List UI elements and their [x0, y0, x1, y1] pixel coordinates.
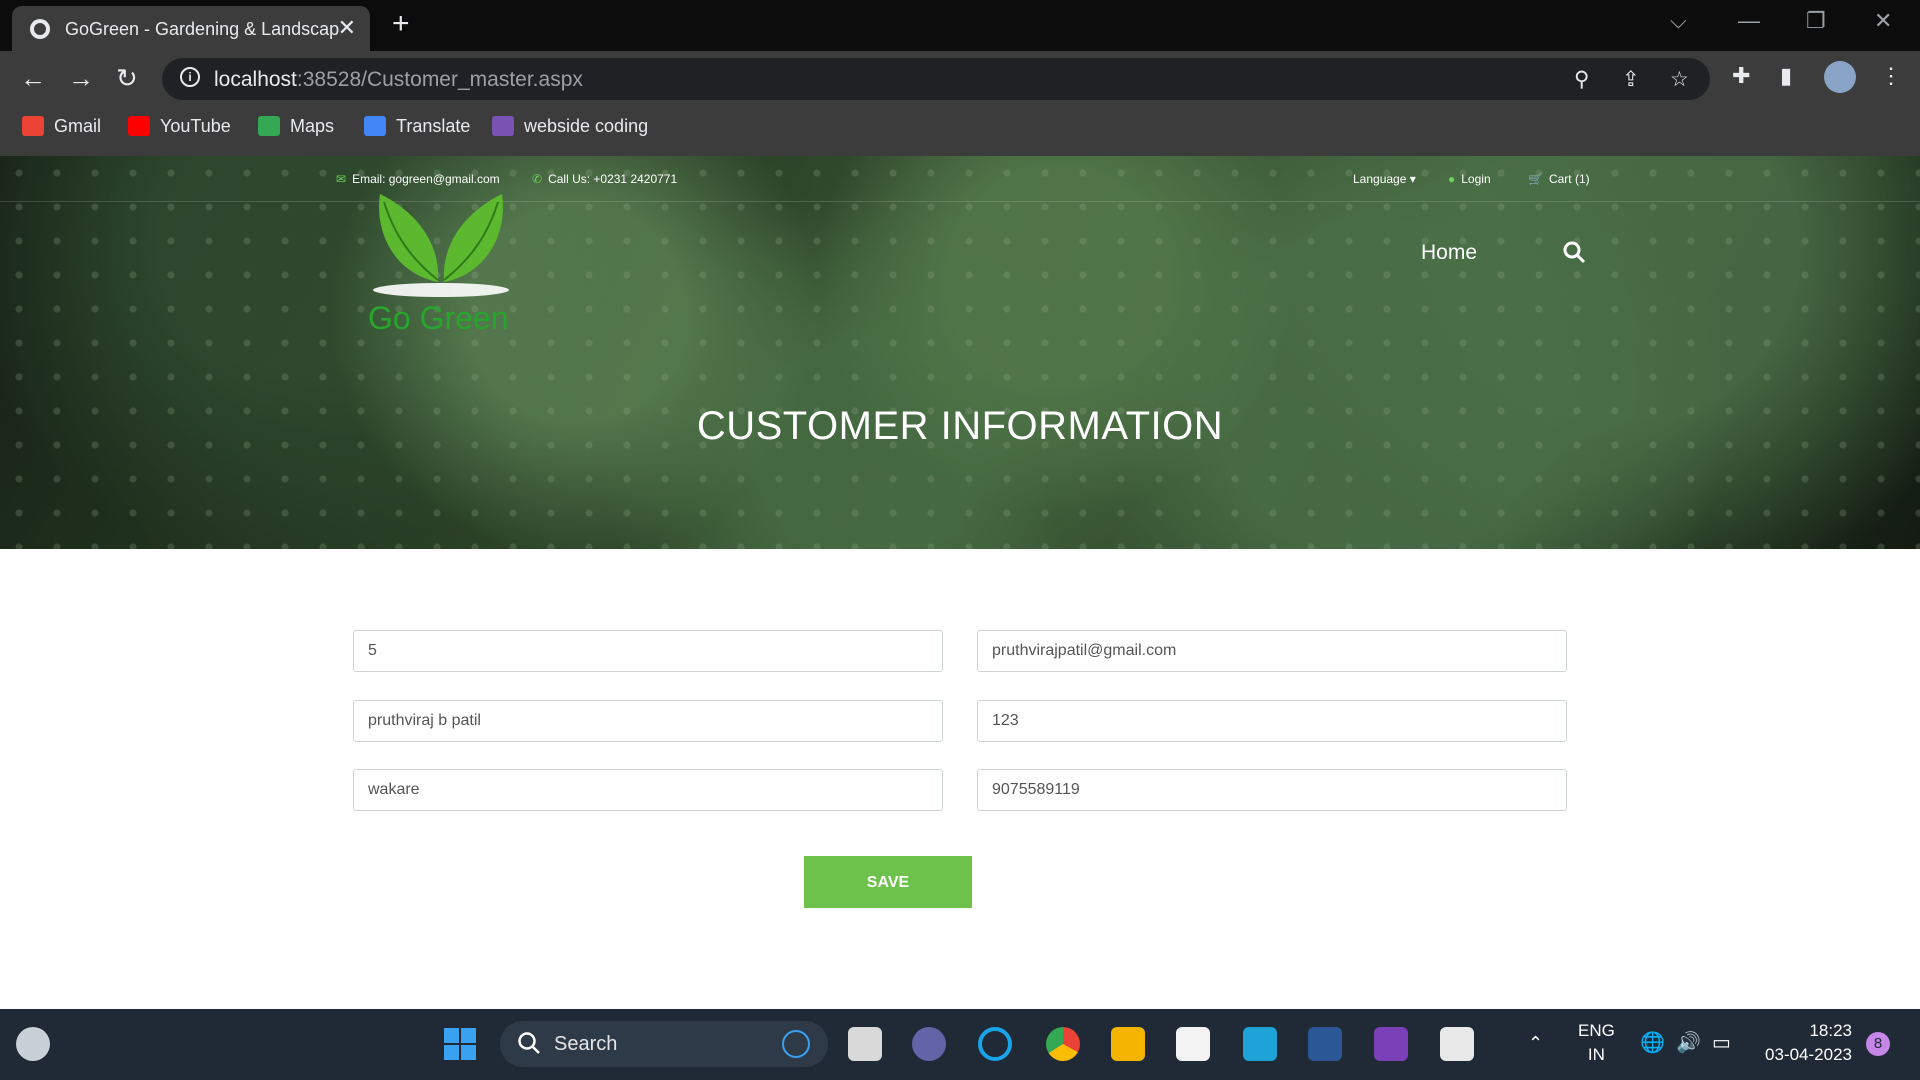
weather-icon[interactable]	[16, 1027, 50, 1061]
search-icon[interactable]	[1562, 240, 1586, 269]
site-info-icon[interactable]: i	[180, 67, 200, 87]
store-icon[interactable]	[1176, 1027, 1210, 1061]
taskbar-search[interactable]: Search	[500, 1021, 828, 1067]
teams-chat-icon[interactable]	[912, 1027, 946, 1061]
restore-icon[interactable]: ❐	[1806, 8, 1826, 34]
envelope-icon: ✉	[336, 172, 347, 186]
phone-info: ✆ Call Us: +0231 2420771	[532, 172, 678, 186]
snipping-tool-icon[interactable]	[1440, 1027, 1474, 1061]
save-button[interactable]: SAVE	[804, 856, 972, 908]
hero-banner: ✉ Email: gogreen@gmail.com ✆ Call Us: +023…	[0, 156, 1920, 549]
search-glass-icon	[516, 1030, 542, 1061]
back-icon[interactable]: ←	[20, 63, 46, 94]
menu-icon[interactable]: ⋮	[1880, 63, 1902, 89]
window-close-icon[interactable]: ✕	[1874, 8, 1892, 34]
youtube-icon	[128, 116, 150, 136]
word-icon[interactable]	[1308, 1027, 1342, 1061]
login-link[interactable]: ● Login	[1448, 172, 1491, 186]
volume-icon[interactable]: 🔊	[1676, 1031, 1701, 1055]
chrome-icon[interactable]	[1046, 1027, 1080, 1061]
lang-top: ENG	[1578, 1021, 1615, 1040]
cart-icon: 🛒	[1528, 172, 1543, 186]
leaf-logo-icon	[373, 194, 509, 297]
myhp-icon[interactable]	[1243, 1027, 1277, 1061]
tab-search-icon[interactable]: ⌵	[1670, 8, 1687, 34]
logo-text: Go Green	[368, 300, 509, 336]
phone-icon: ✆	[532, 172, 543, 186]
new-tab-icon[interactable]: +	[392, 9, 410, 39]
clock[interactable]: 18:23 03-04-2023	[1760, 1019, 1852, 1067]
bookmark-webside-coding[interactable]: webside coding	[492, 116, 648, 137]
taskbar-search-text: Search	[554, 1033, 618, 1055]
bookmark-translate[interactable]: Translate	[364, 116, 470, 137]
name-field[interactable]	[353, 700, 943, 742]
gmail-icon	[22, 116, 44, 136]
password-field[interactable]	[977, 700, 1567, 742]
nav-home-link[interactable]: Home	[1421, 241, 1477, 265]
bookmark-star-icon[interactable]: ☆	[1670, 67, 1689, 92]
user-icon: ●	[1448, 172, 1456, 186]
extensions-icon[interactable]: ✚	[1732, 63, 1750, 89]
cortana-icon[interactable]	[978, 1027, 1012, 1061]
browser-tab[interactable]: GoGreen - Gardening & Landscap ✕	[12, 6, 370, 51]
bookmark-maps[interactable]: Maps	[258, 116, 334, 137]
phone-field[interactable]	[977, 769, 1567, 811]
battery-icon[interactable]: ▭	[1712, 1031, 1731, 1055]
globe-icon	[30, 19, 50, 39]
bookmark-youtube[interactable]: YouTube	[128, 116, 231, 137]
browser-toolbar: ← → ↻ i localhost:38528/Customer_master.…	[0, 51, 1920, 156]
bookmark-gmail[interactable]: Gmail	[22, 116, 101, 137]
cart-link[interactable]: 🛒 Cart (1)	[1528, 172, 1590, 186]
address-bar[interactable]: i localhost:38528/Customer_master.aspx ⚲…	[162, 58, 1710, 100]
notification-badge[interactable]: 8	[1866, 1032, 1890, 1056]
zoom-icon[interactable]: ⚲	[1574, 67, 1589, 92]
network-icon[interactable]: 🌐	[1640, 1031, 1665, 1055]
file-explorer-icon[interactable]	[1111, 1027, 1145, 1061]
windows-taskbar: Search ⌃ ENG IN 🌐 🔊 ▭ 18:23 03-04-2023 8	[0, 1009, 1920, 1080]
clock-time: 18:23	[1809, 1021, 1852, 1040]
show-hidden-icons[interactable]: ⌃	[1528, 1031, 1543, 1055]
email-field[interactable]	[977, 630, 1567, 672]
reload-icon[interactable]: ↻	[116, 63, 138, 94]
address-field[interactable]	[353, 769, 943, 811]
maps-icon	[258, 116, 280, 136]
tab-title: GoGreen - Gardening & Landscap	[65, 19, 340, 39]
start-icon[interactable]	[443, 1027, 477, 1061]
share-icon[interactable]: ⇪	[1622, 67, 1640, 92]
bookmarks-bar: Gmail YouTube Maps Translate webside cod…	[0, 107, 1920, 147]
profile-avatar[interactable]	[1824, 61, 1856, 93]
clock-date: 03-04-2023	[1765, 1045, 1852, 1064]
site-logo[interactable]: Go Green	[366, 164, 516, 344]
top-info-bar: ✉ Email: gogreen@gmail.com ✆ Call Us: +023…	[0, 156, 1920, 202]
browser-tab-bar: GoGreen - Gardening & Landscap ✕ + ⌵ — ❐…	[0, 0, 1920, 51]
page-title: CUSTOMER INFORMATION	[696, 404, 1224, 448]
forward-icon[interactable]: →	[68, 63, 94, 94]
side-panel-icon[interactable]: ▮	[1780, 63, 1792, 89]
language-dropdown[interactable]: Language ▾	[1353, 172, 1416, 186]
bing-icon[interactable]	[782, 1030, 810, 1058]
translate-icon	[364, 116, 386, 136]
customer-id-field[interactable]	[353, 630, 943, 672]
task-view-icon[interactable]	[848, 1027, 882, 1061]
lang-bottom: IN	[1587, 1045, 1605, 1064]
visual-studio-icon[interactable]	[1374, 1027, 1408, 1061]
close-tab-icon[interactable]: ✕	[338, 15, 356, 41]
url-text[interactable]: localhost:38528/Customer_master.aspx	[214, 68, 583, 92]
language-indicator[interactable]: ENG IN	[1578, 1019, 1615, 1067]
bootstrap-icon	[492, 116, 514, 136]
minimize-icon[interactable]: —	[1738, 8, 1760, 34]
